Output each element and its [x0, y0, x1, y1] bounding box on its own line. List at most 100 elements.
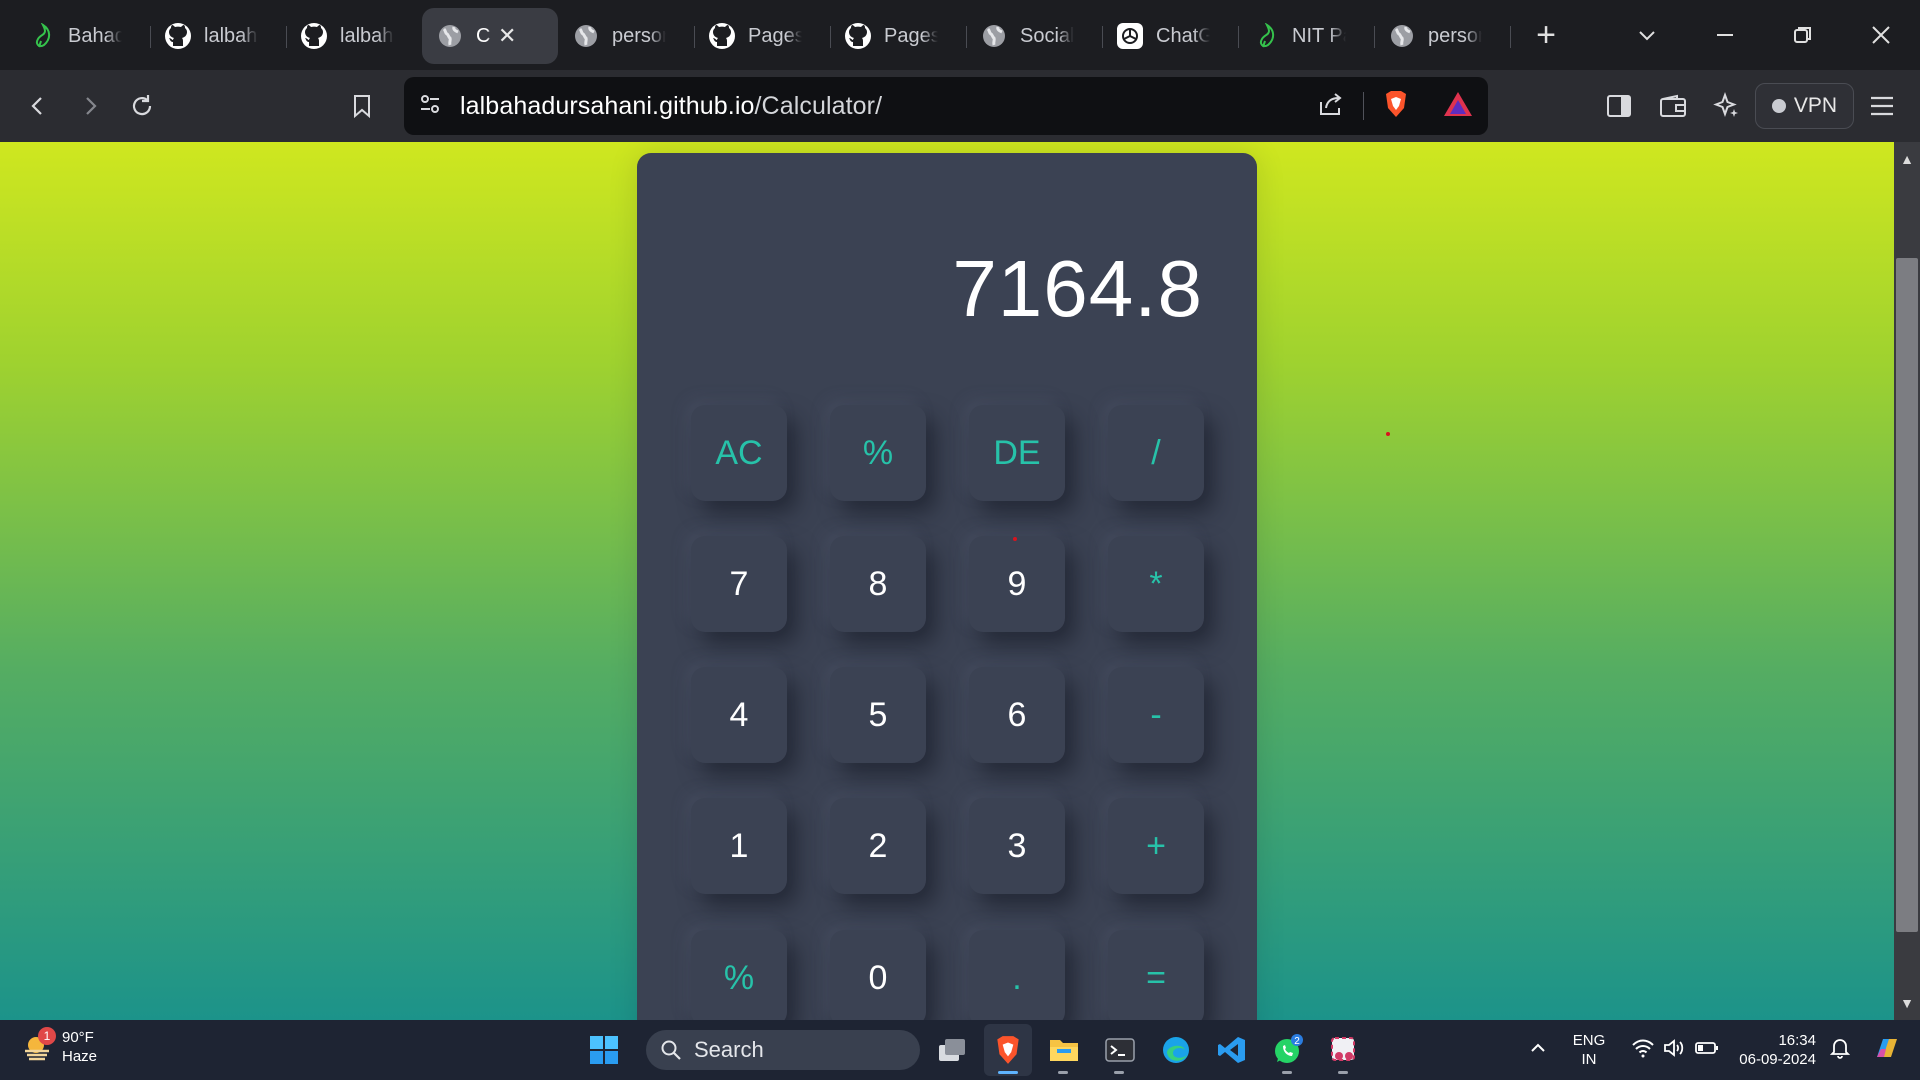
tab[interactable]: lalbahadursahani: [150, 8, 287, 64]
calc-key[interactable]: %: [691, 930, 787, 1020]
tab[interactable]: Pages: [830, 8, 967, 64]
taskbar-terminal[interactable]: [1096, 1024, 1144, 1076]
terminal-icon: [1105, 1038, 1135, 1062]
globe-icon: [1388, 22, 1416, 50]
bookmark-icon: [354, 95, 370, 119]
address-bar-actions: [1317, 77, 1474, 135]
calc-key[interactable]: 9: [969, 536, 1065, 632]
tab[interactable]: Bahadur: [14, 8, 151, 64]
task-view-button[interactable]: [928, 1024, 976, 1076]
globe-icon: [980, 22, 1008, 50]
page-viewport: 7164.8 AC% DE / 7 8 9 * 4 5 6- 1 2 3 +% 0. = ▲ ▼: [0, 142, 1920, 1020]
tab[interactable]: ChatGPT: [1102, 8, 1239, 64]
calc-key[interactable]: .: [969, 930, 1065, 1020]
leo-ai-button[interactable]: [1701, 80, 1753, 132]
tab-title: Social: [1020, 24, 1074, 47]
vpn-status-icon: [1771, 99, 1786, 113]
tab[interactable]: NIT Patna: [1238, 8, 1375, 64]
calc-key[interactable]: +: [1108, 798, 1204, 894]
calc-key[interactable]: *: [1108, 536, 1204, 632]
clock-time: 16:34: [1778, 1032, 1816, 1049]
new-tab-button[interactable]: +: [1518, 7, 1574, 63]
calc-key[interactable]: 8: [830, 536, 926, 632]
close-window-button[interactable]: [1842, 0, 1920, 70]
scroll-down-arrow-icon[interactable]: ▼: [1894, 990, 1920, 1016]
tab-active[interactable]: C ✕: [422, 8, 558, 64]
tab[interactable]: lalbahadursahani: [286, 8, 423, 64]
tab-title: personal: [1428, 24, 1482, 47]
minimize-button[interactable]: [1686, 0, 1764, 70]
taskbar-apps: Search 2: [580, 1020, 1368, 1080]
tab[interactable]: personal: [558, 8, 695, 64]
address-bar[interactable]: lalbahadursahani.github.io/Calculator/: [404, 77, 1488, 135]
calc-key[interactable]: %: [830, 405, 926, 501]
calc-key[interactable]: /: [1108, 405, 1204, 501]
notification-bell-icon[interactable]: [1829, 1037, 1851, 1064]
calc-key[interactable]: 0: [830, 930, 926, 1020]
share-icon[interactable]: [1317, 90, 1345, 123]
calc-key[interactable]: 6: [969, 667, 1065, 763]
taskbar-file-explorer[interactable]: [1040, 1024, 1088, 1076]
restore-button[interactable]: [1764, 0, 1842, 70]
battery-icon[interactable]: [1695, 1040, 1719, 1061]
wifi-icon[interactable]: [1631, 1038, 1655, 1063]
github-icon: [708, 22, 736, 50]
taskbar-snipping-tool[interactable]: [1320, 1024, 1368, 1076]
calc-key[interactable]: 2: [830, 798, 926, 894]
taskbar-brave[interactable]: [984, 1024, 1032, 1076]
tab[interactable]: personal: [1374, 8, 1511, 64]
tab[interactable]: Pages: [694, 8, 831, 64]
site-settings-icon[interactable]: [418, 92, 442, 121]
tab-title: personal: [612, 24, 666, 47]
brave-rewards-icon[interactable]: [1442, 90, 1474, 123]
wallet-button[interactable]: [1647, 80, 1699, 132]
arrow-left-icon: [31, 97, 42, 115]
forward-button[interactable]: [64, 80, 116, 132]
weather-widget[interactable]: 1 90°F Haze: [22, 1027, 97, 1066]
tab[interactable]: Social: [966, 8, 1103, 64]
calculator: 7164.8 AC% DE / 7 8 9 * 4 5 6- 1 2 3 +% 0. =: [637, 153, 1257, 1020]
red-dot: [1013, 537, 1017, 541]
copilot-icon[interactable]: [1872, 1033, 1902, 1068]
show-hidden-icons-button[interactable]: [1529, 1039, 1547, 1062]
vpn-button[interactable]: VPN: [1754, 83, 1854, 129]
clock[interactable]: 16:34 06-09-2024: [1739, 1031, 1816, 1069]
calc-key[interactable]: 5: [830, 667, 926, 763]
language-indicator[interactable]: ENG IN: [1573, 1031, 1606, 1069]
calc-key[interactable]: -: [1108, 667, 1204, 763]
tab-search-button[interactable]: [1608, 0, 1686, 70]
vertical-scrollbar[interactable]: ▲ ▼: [1894, 142, 1920, 1020]
task-view-icon: [939, 1039, 965, 1061]
reload-button[interactable]: [116, 80, 168, 132]
calc-key[interactable]: 4: [691, 667, 787, 763]
taskbar-edge[interactable]: [1152, 1024, 1200, 1076]
calc-key[interactable]: =: [1108, 930, 1204, 1020]
taskbar-whatsapp[interactable]: 2: [1264, 1024, 1312, 1076]
calc-key[interactable]: 3: [969, 798, 1065, 894]
taskbar-vscode[interactable]: [1208, 1024, 1256, 1076]
running-indicator: [1114, 1071, 1124, 1074]
sidebar-button[interactable]: [1593, 80, 1645, 132]
calc-key[interactable]: AC: [691, 405, 787, 501]
main-menu-button[interactable]: [1856, 80, 1908, 132]
back-button[interactable]: [12, 80, 64, 132]
divider: [1363, 92, 1364, 120]
calc-key[interactable]: 1: [691, 798, 787, 894]
leaf-icon: [28, 22, 56, 50]
taskbar-search[interactable]: Search: [646, 1030, 920, 1070]
bookmark-button[interactable]: [336, 80, 388, 132]
calc-key[interactable]: DE: [969, 405, 1065, 501]
calculator-display: 7164.8: [952, 244, 1203, 333]
start-button[interactable]: [580, 1024, 628, 1076]
tab-title: lalbahadursahani: [340, 24, 394, 47]
close-icon: [1872, 26, 1890, 44]
volume-icon[interactable]: [1663, 1038, 1687, 1063]
scroll-up-arrow-icon[interactable]: ▲: [1894, 146, 1920, 172]
calc-key[interactable]: 7: [691, 536, 787, 632]
url-text[interactable]: lalbahadursahani.github.io/Calculator/: [460, 92, 882, 121]
svg-text:2: 2: [1294, 1036, 1300, 1047]
tab-title: C: [476, 24, 491, 47]
close-tab-icon[interactable]: ✕: [498, 23, 516, 49]
brave-shields-icon[interactable]: [1382, 89, 1410, 124]
scrollbar-thumb[interactable]: [1896, 258, 1918, 932]
